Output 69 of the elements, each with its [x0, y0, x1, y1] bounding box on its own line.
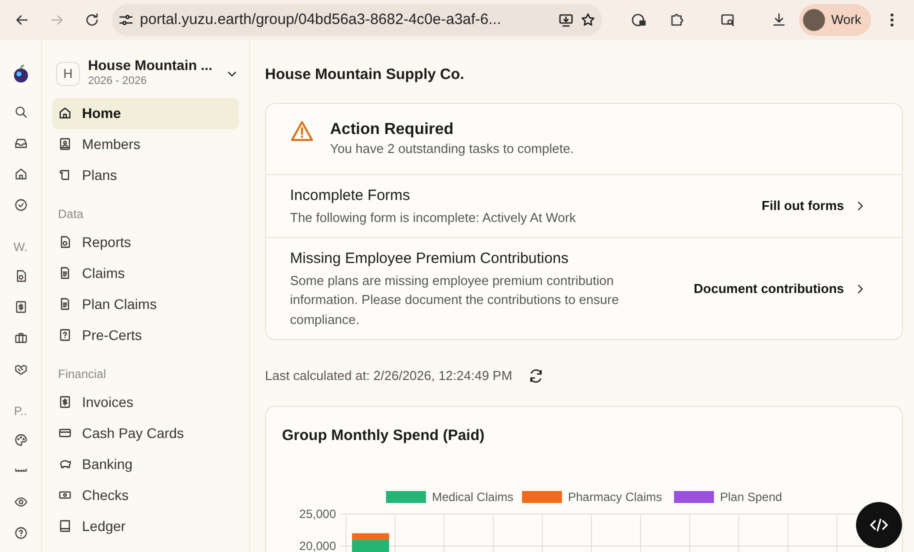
org-name[interactable]: House Mountain ...: [88, 58, 217, 74]
avatar-icon: [803, 9, 826, 31]
nav-item[interactable]: Ledger: [52, 510, 239, 542]
nav-item[interactable]: Claims: [52, 258, 239, 289]
report-icon: [58, 235, 72, 250]
star-icon: [580, 12, 596, 28]
search-page-icon: [720, 12, 736, 28]
code-icon: [869, 517, 889, 533]
rail-section-label: W.: [14, 239, 28, 256]
more-menu-icon: [890, 13, 894, 27]
profile-button[interactable]: Work: [799, 4, 872, 36]
section-heading: Financial: [57, 366, 108, 383]
nav-item[interactable]: Cash Pay Cards: [52, 418, 239, 449]
url-text: portal.yuzu.earth/group/04bd56a3-8682-4c0e-a3af-6...: [140, 10, 502, 30]
help-circle-icon[interactable]: [14, 526, 28, 540]
question-document-icon: [58, 328, 72, 342]
last-calculated-text: Last calculated at: 2/26/2026, 12:24:49 PM: [265, 367, 512, 386]
document-icon: [58, 266, 72, 280]
install-screen-icon: [558, 12, 574, 28]
page-title: House Mountain Supply Co.: [265, 65, 466, 85]
reload-icon: [84, 12, 100, 28]
logo-icon: [12, 64, 30, 84]
nav-item[interactable]: Members: [52, 128, 239, 160]
legend-label[interactable]: Medical Claims: [432, 490, 514, 504]
task-description: Some plans are missing employee premium contribution information. Please document the contributions to ensure compliance.: [290, 272, 620, 329]
nav-item[interactable]: Invoices: [52, 386, 239, 418]
warning-triangle-icon: [290, 120, 314, 142]
lock-circle-icon: [630, 12, 647, 28]
card-title: Action Required: [330, 120, 455, 139]
section-heading: Data: [57, 206, 84, 223]
card-subtitle: You have 2 outstanding tasks to complete.: [330, 140, 574, 158]
download-icon: [770, 12, 787, 28]
plan-years: 2026 - 2026: [88, 74, 148, 90]
nav-item[interactable]: Plan Claims: [52, 288, 239, 320]
nav-item[interactable]: Reports: [52, 226, 239, 258]
eye-icon[interactable]: [14, 494, 28, 508]
puzzle-icon: [668, 12, 685, 28]
scroll-icon: [58, 168, 72, 182]
member-book-icon: [58, 137, 72, 152]
invoice-icon[interactable]: [14, 300, 28, 314]
legend-label[interactable]: Pharmacy Claims: [568, 490, 662, 504]
palette-icon[interactable]: [14, 432, 28, 446]
search-icon[interactable]: [14, 104, 28, 118]
task-title: Missing Employee Premium Contributions: [290, 249, 570, 270]
y-tick-label: 25,000: [299, 506, 336, 521]
home-icon[interactable]: [14, 166, 28, 180]
rail-section-label: P..: [14, 403, 28, 420]
nav-item[interactable]: Pre-Certs: [52, 320, 239, 351]
task-title: Incomplete Forms: [290, 186, 412, 206]
document-icon: [58, 297, 72, 312]
task-action-link[interactable]: Document contributions: [694, 278, 866, 298]
check-circle-icon[interactable]: [14, 198, 28, 212]
y-tick-label: 20,000: [299, 538, 336, 552]
task-action-link[interactable]: Fill out forms: [762, 196, 866, 216]
nav-item[interactable]: Checks: [52, 480, 239, 511]
site-settings-icon: [118, 12, 134, 28]
invoice-icon: [58, 395, 72, 410]
address-bar[interactable]: portal.yuzu.earth/group/04bd56a3-8682-4c0e-a3af-6...: [112, 4, 602, 36]
nav-item[interactable]: Plans: [52, 160, 239, 191]
chart-title: Group Monthly Spend (Paid): [282, 426, 486, 446]
refresh-icon: [528, 368, 544, 384]
task-description: The following form is incomplete: Actively At Work: [290, 208, 576, 227]
nav-item[interactable]: Home: [52, 98, 239, 129]
ledger-book-icon: [58, 519, 72, 534]
org-avatar: H: [56, 62, 80, 86]
home-icon: [58, 106, 72, 120]
briefcase-icon[interactable]: [14, 330, 28, 344]
nav-item[interactable]: Banking: [52, 448, 239, 480]
legend-label[interactable]: Plan Spend: [720, 490, 782, 504]
